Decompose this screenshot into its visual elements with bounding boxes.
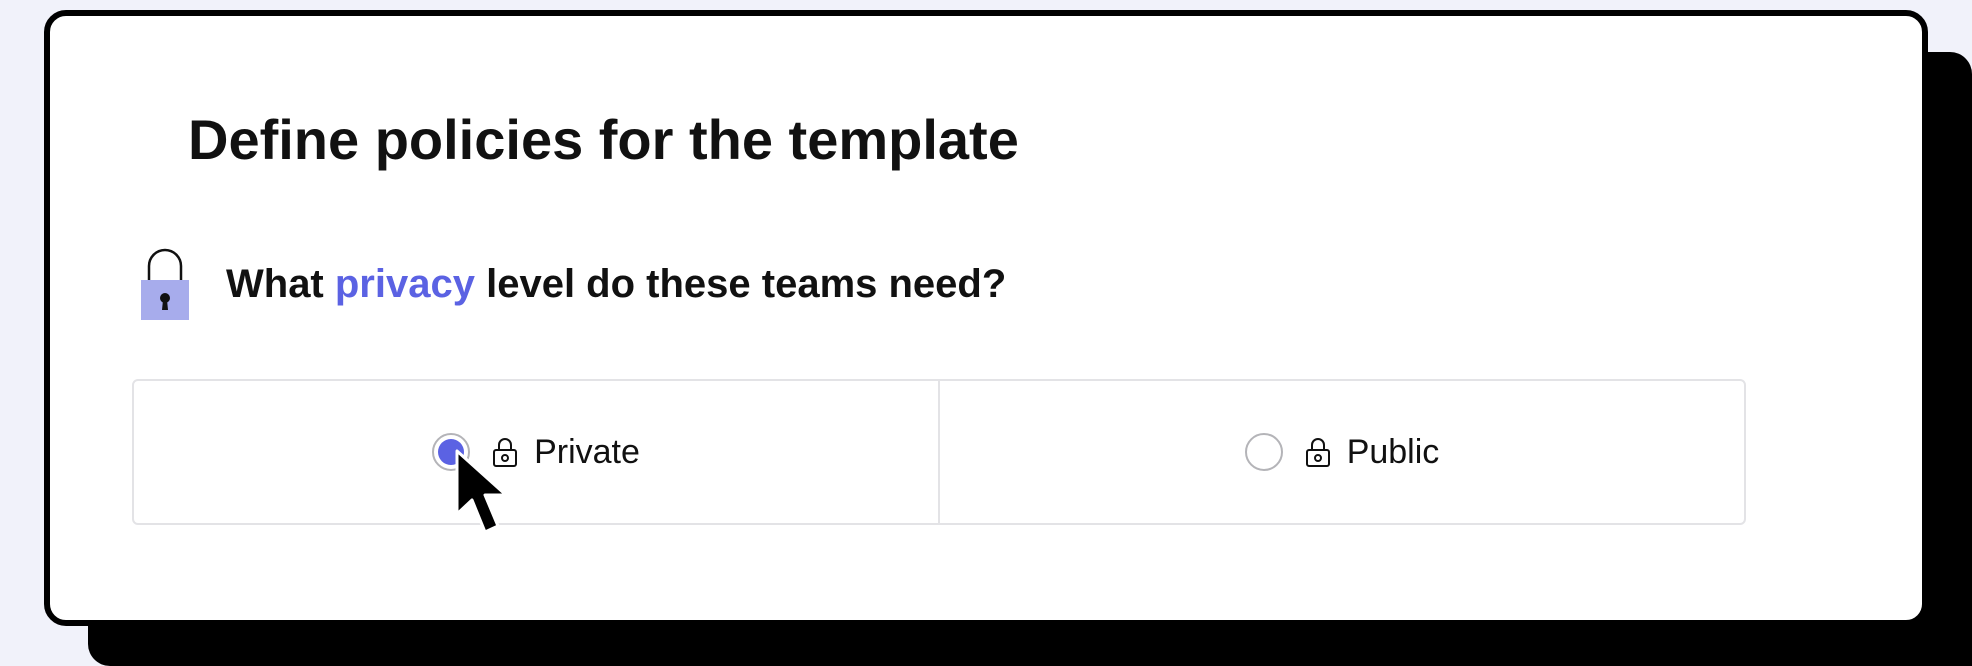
page-title: Define policies for the template [188, 108, 1019, 171]
privacy-question: What privacy level do these teams need? [138, 244, 1006, 324]
policy-card: Define policies for the template What pr… [44, 10, 1928, 626]
public-radio[interactable] [1244, 433, 1283, 471]
public-label: Public [1346, 432, 1440, 471]
private-label: Private [534, 432, 640, 471]
question-prefix: What [226, 261, 335, 306]
lock-icon [1305, 438, 1330, 467]
option-private[interactable]: Private [134, 381, 938, 523]
question-suffix: level do these teams need? [474, 261, 1007, 306]
privacy-options: Private Public [132, 379, 1746, 525]
question-accent: privacy [334, 261, 475, 306]
padlock-icon [141, 248, 189, 320]
mouse-cursor-icon [455, 449, 508, 534]
question-text: What privacy level do these teams need? [226, 262, 1006, 307]
option-public[interactable]: Public [938, 381, 1744, 523]
